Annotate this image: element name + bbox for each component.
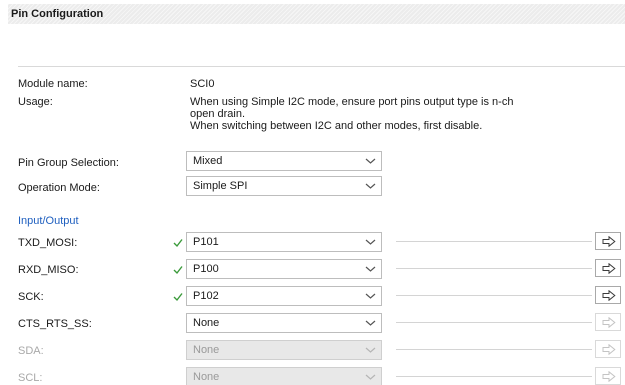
operation-mode-label: Operation Mode:: [18, 182, 100, 194]
operation-mode-value: Simple SPI: [193, 180, 248, 192]
chevron-down-icon: [365, 266, 376, 272]
usage-line: When switching between I2C and other mod…: [190, 120, 483, 132]
pin-dropdown-cts-rts-ss[interactable]: None: [186, 313, 382, 333]
chevron-down-icon: [365, 239, 376, 245]
pin-label-scl: SCL:: [18, 372, 43, 384]
chevron-down-icon: [365, 347, 376, 353]
section-header: Pin Configuration: [8, 4, 625, 24]
usage-label: Usage:: [18, 96, 53, 108]
module-name-label: Module name:: [18, 78, 88, 90]
pin-dropdown-rxd-miso[interactable]: P100: [186, 259, 382, 279]
pin-group-selection-dropdown[interactable]: Mixed: [186, 151, 382, 171]
pin-value: None: [193, 317, 220, 329]
module-name-value: SCI0: [190, 78, 215, 90]
pin-group-selection-value: Mixed: [193, 155, 223, 167]
goto-pin-button[interactable]: [595, 367, 621, 385]
connector-line: [396, 241, 592, 242]
check-icon: [173, 293, 183, 302]
pin-value: P102: [193, 290, 219, 302]
operation-mode-dropdown[interactable]: Simple SPI: [186, 176, 382, 196]
pin-label-rxd-miso: RXD_MISO:: [18, 264, 79, 276]
right-arrow-icon: [602, 236, 616, 247]
connector-line: [396, 322, 592, 323]
pin-dropdown-sck[interactable]: P102: [186, 286, 382, 306]
pin-label-txd-mosi: TXD_MOSI:: [18, 237, 78, 249]
goto-pin-button[interactable]: [595, 259, 621, 277]
check-icon: [173, 266, 183, 275]
page-title: Pin Configuration: [11, 8, 104, 20]
pin-dropdown-txd-mosi[interactable]: P101: [186, 232, 382, 252]
chevron-down-icon: [365, 374, 376, 380]
chevron-down-icon: [365, 158, 376, 164]
pin-label-sck: SCK:: [18, 291, 44, 303]
connector-line: [396, 349, 592, 350]
right-arrow-icon: [602, 263, 616, 274]
pin-dropdown-scl[interactable]: None: [186, 367, 382, 385]
input-output-section-title: Input/Output: [18, 215, 79, 227]
pin-label-sda: SDA:: [18, 345, 44, 357]
right-arrow-icon: [602, 317, 616, 328]
goto-pin-button[interactable]: [595, 313, 621, 331]
right-arrow-icon: [602, 371, 616, 382]
chevron-down-icon: [365, 293, 376, 299]
pin-dropdown-sda[interactable]: None: [186, 340, 382, 360]
divider: [18, 66, 625, 67]
right-arrow-icon: [602, 290, 616, 301]
right-arrow-icon: [602, 344, 616, 355]
pin-label-cts-rts-ss: CTS_RTS_SS:: [18, 318, 92, 330]
goto-pin-button[interactable]: [595, 286, 621, 304]
connector-line: [396, 268, 592, 269]
pin-group-selection-label: Pin Group Selection:: [18, 157, 119, 169]
pin-value: None: [193, 344, 220, 356]
connector-line: [396, 295, 592, 296]
usage-line: When using Simple I2C mode, ensure port …: [190, 96, 514, 108]
usage-line: open drain.: [190, 108, 246, 120]
chevron-down-icon: [365, 320, 376, 326]
pin-value: None: [193, 371, 220, 383]
connector-line: [396, 376, 592, 377]
goto-pin-button[interactable]: [595, 340, 621, 358]
pin-value: P101: [193, 236, 219, 248]
check-icon: [173, 239, 183, 248]
pin-value: P100: [193, 263, 219, 275]
chevron-down-icon: [365, 183, 376, 189]
goto-pin-button[interactable]: [595, 232, 621, 250]
usage-text: When using Simple I2C mode, ensure port …: [190, 96, 513, 132]
